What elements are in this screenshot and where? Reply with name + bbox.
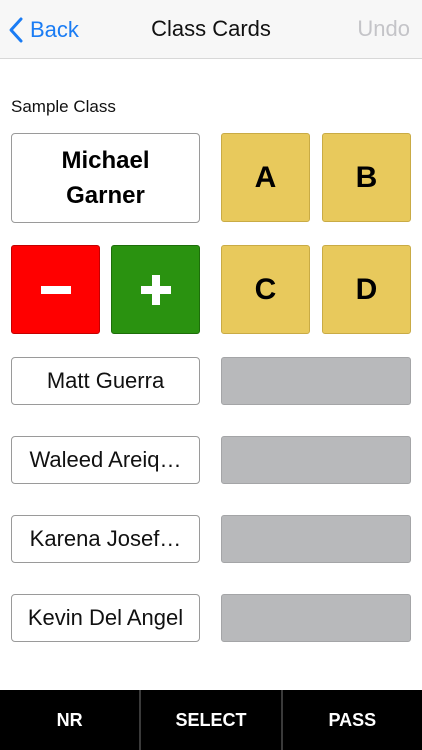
select-button[interactable]: SELECT [141, 690, 283, 750]
student-name-card[interactable]: Kevin Del Angel [11, 594, 200, 642]
bottom-toolbar: NR SELECT PASS [0, 690, 422, 750]
class-cards-screen: Back Class Cards Undo Sample Class Micha… [0, 0, 422, 750]
student-name-card[interactable]: Waleed Areiq… [11, 436, 200, 484]
current-student-last-name: Garner [66, 182, 145, 209]
answer-d-button[interactable]: D [322, 245, 411, 334]
student-name-card[interactable]: Matt Guerra [11, 357, 200, 405]
minus-button[interactable] [11, 245, 100, 334]
current-student-first-name: Michael [61, 147, 150, 174]
student-name-label: Kevin Del Angel [27, 605, 184, 630]
navigation-bar: Back Class Cards Undo [0, 0, 422, 59]
student-answer-slot [221, 594, 411, 642]
answer-a-button[interactable]: A [221, 133, 310, 222]
undo-button[interactable]: Undo [357, 16, 410, 42]
student-name-card[interactable]: Karena Josef… [11, 515, 200, 563]
current-student-card[interactable]: Michael Garner [11, 133, 200, 223]
student-name-label: Karena Josef… [29, 526, 182, 551]
student-answer-slot [221, 357, 411, 405]
class-name-label: Sample Class [11, 97, 116, 116]
student-name-label: Matt Guerra [46, 368, 165, 393]
pass-button[interactable]: PASS [283, 690, 422, 750]
nr-button[interactable]: NR [0, 690, 142, 750]
minus-icon [40, 285, 71, 294]
student-answer-slot [221, 436, 411, 484]
student-answer-slot [221, 515, 411, 563]
plus-icon [140, 274, 171, 305]
student-name-label: Waleed Areiq… [29, 447, 182, 472]
answer-b-button[interactable]: B [322, 133, 411, 222]
answer-c-button[interactable]: C [221, 245, 310, 334]
plus-button[interactable] [111, 245, 200, 334]
